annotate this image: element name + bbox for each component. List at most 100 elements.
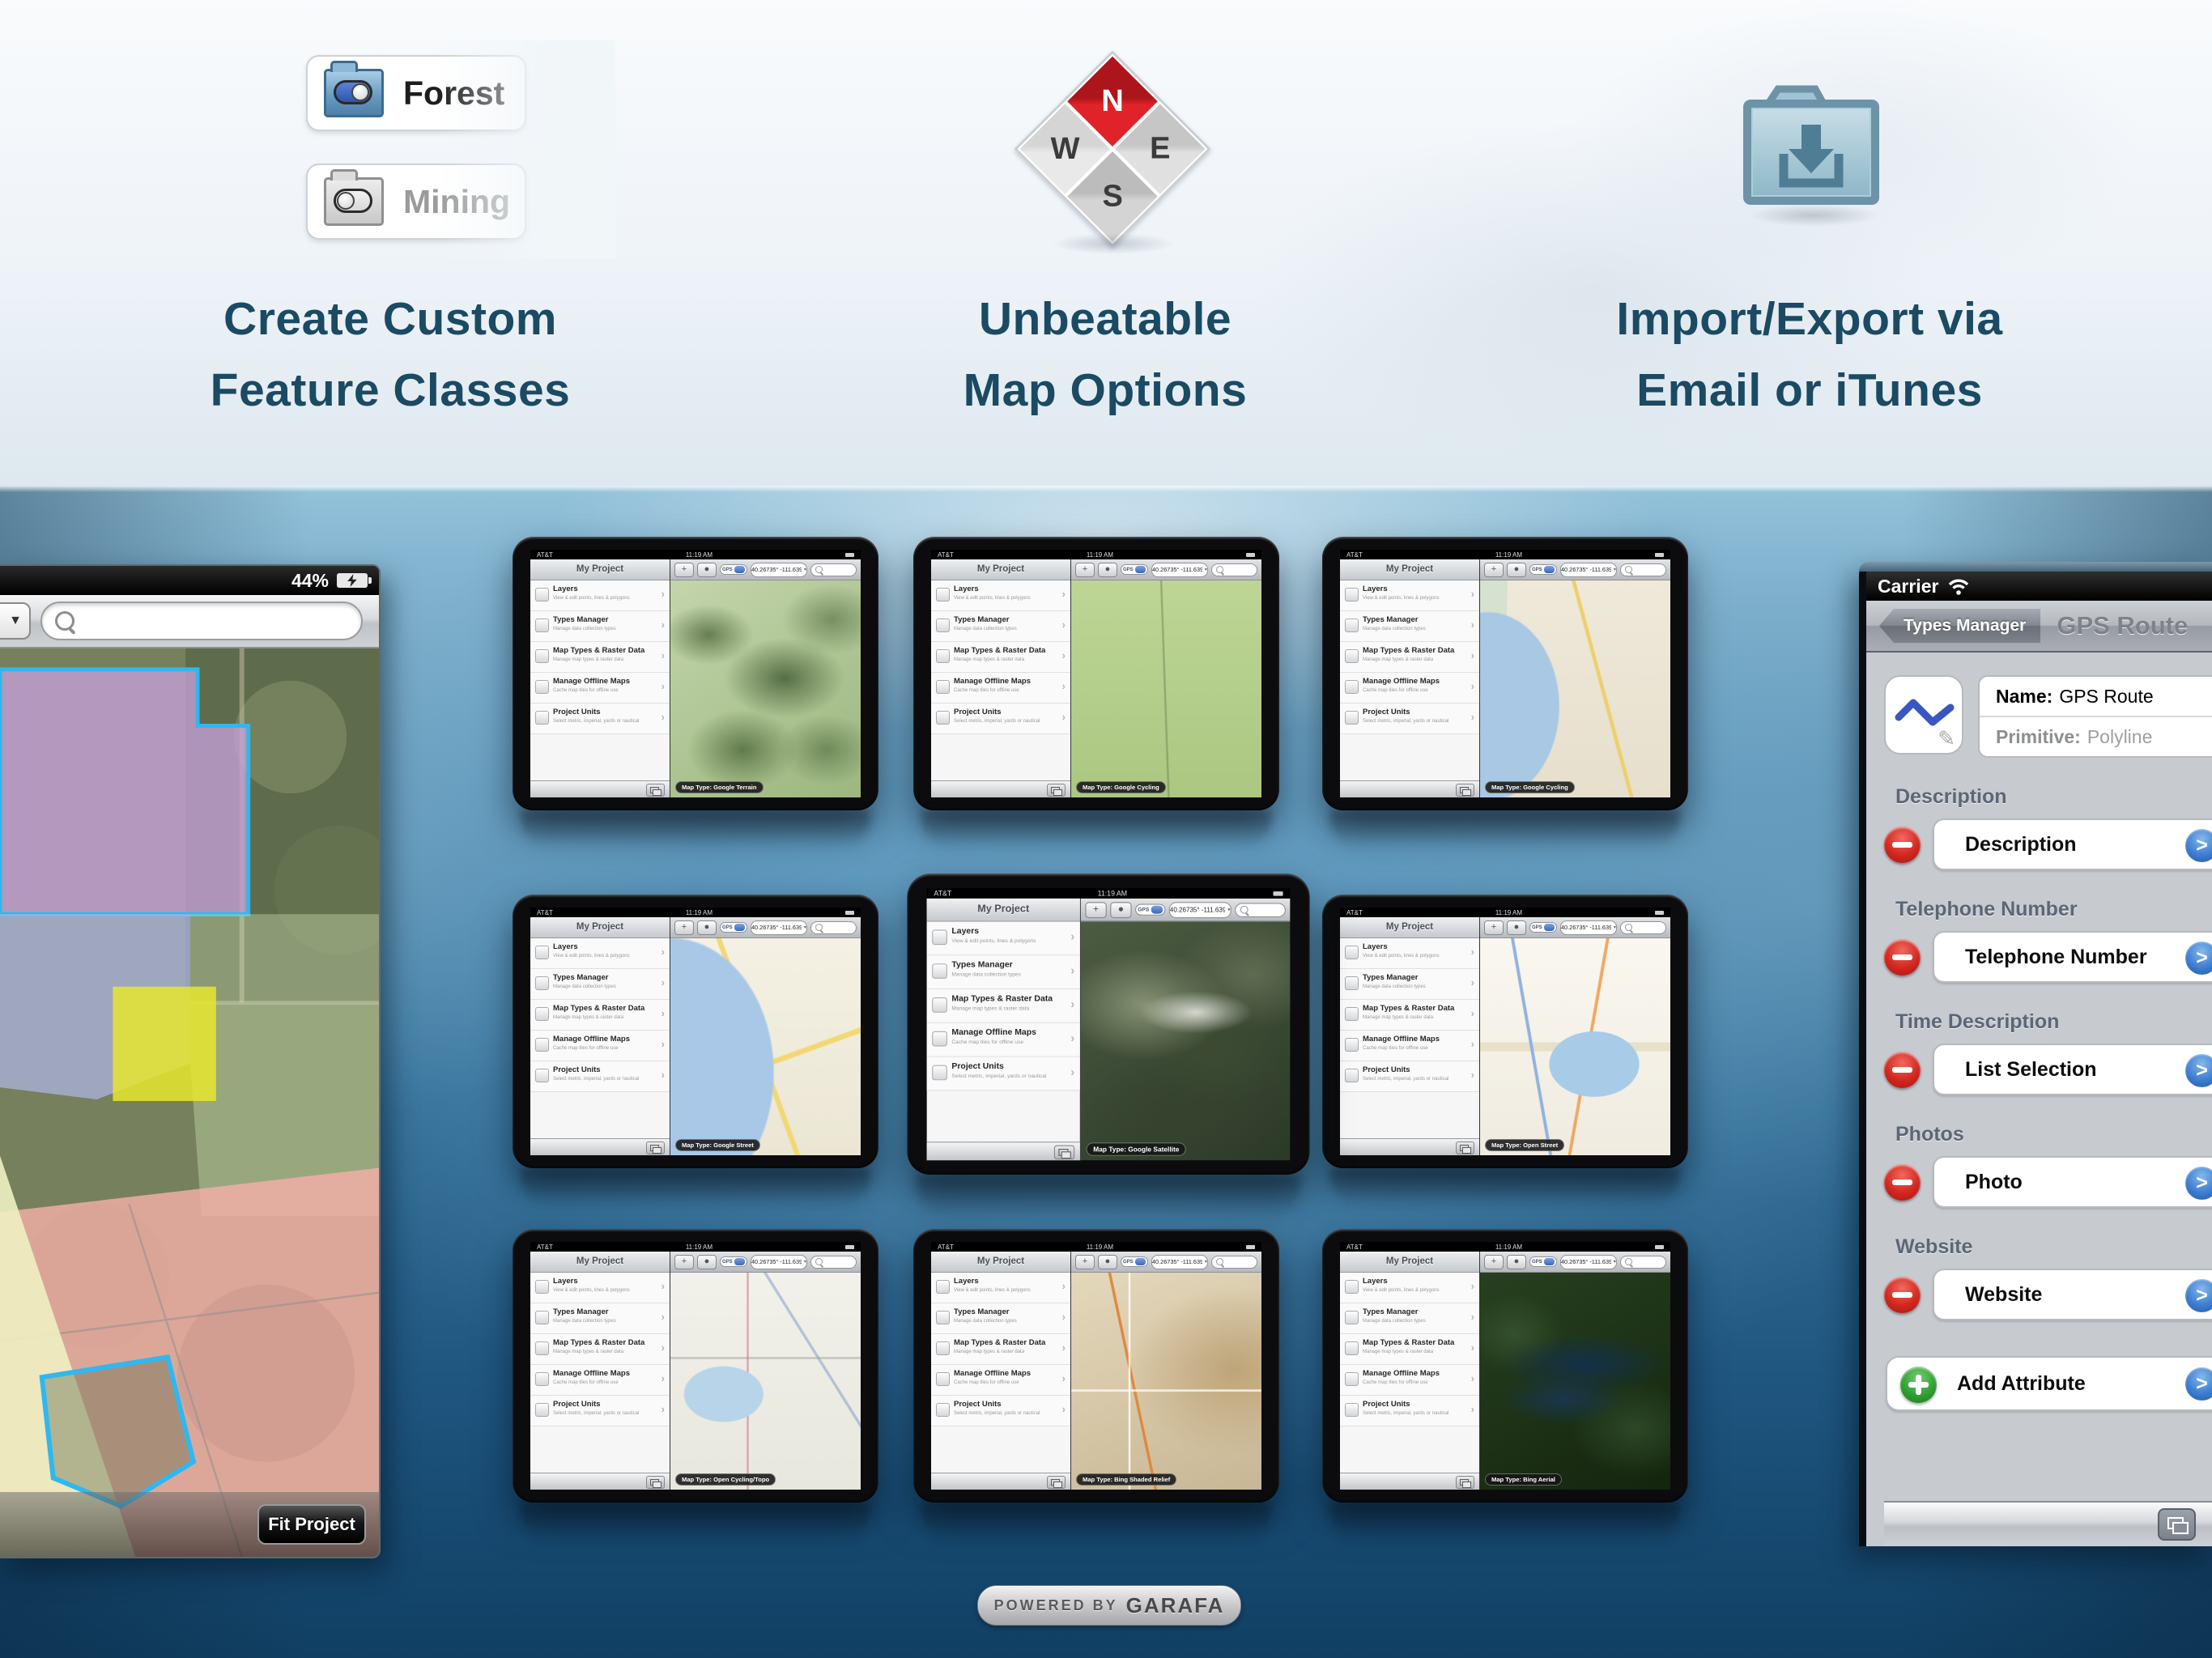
coordinate-dropdown[interactable]: 40.26735° -111.63908° ▾ (1560, 920, 1617, 935)
gps-toggle[interactable]: GPS (720, 1256, 747, 1267)
map-view[interactable]: Map Type: Bing Aerial (1480, 1273, 1670, 1490)
map-search-field[interactable] (40, 602, 363, 640)
ipad-menu-item[interactable]: ›Project UnitsSelect metric, imperial, y… (530, 1396, 670, 1426)
disclosure-chevron-icon[interactable]: > (2185, 942, 2212, 975)
add-waypoint-button[interactable]: + (674, 1255, 694, 1269)
gps-toggle[interactable]: GPS (1121, 1256, 1148, 1267)
ipad-menu-item[interactable]: ›Types ManagerManage data collection typ… (530, 1303, 670, 1334)
pages-button[interactable] (1054, 1146, 1074, 1160)
ipad-menu-item[interactable]: ›Project UnitsSelect metric, imperial, y… (931, 704, 1070, 734)
pages-button[interactable] (1047, 1476, 1066, 1489)
ipad-search-field[interactable] (810, 563, 857, 576)
ipad-menu-item[interactable]: ›Types ManagerManage data collection typ… (1340, 1303, 1479, 1334)
ipad-menu-item[interactable]: ›LayersView & edit points, lines & polyg… (530, 938, 670, 969)
ipad-menu-item[interactable]: ›Types ManagerManage data collection typ… (530, 611, 670, 642)
coordinate-dropdown[interactable]: 40.26735° -111.63908° ▾ (1560, 563, 1617, 577)
gps-toggle[interactable]: GPS (1529, 564, 1557, 575)
map-view[interactable]: Map Type: Google Street (670, 938, 861, 1155)
gps-toggle[interactable]: GPS (1529, 1256, 1557, 1267)
ipad-menu-item[interactable]: ›Manage Offline MapsCache map tiles for … (1340, 1365, 1479, 1396)
name-primitive-group[interactable]: Name: GPS Route Primitive: Polyline (1978, 675, 2212, 758)
ipad-search-field[interactable] (1211, 563, 1257, 576)
delete-attribute-button[interactable] (1884, 1052, 1921, 1088)
ipad-menu-item[interactable]: ›Map Types & Raster DataManage map types… (1340, 1000, 1479, 1031)
add-waypoint-button[interactable]: + (1484, 563, 1504, 577)
ipad-menu-item[interactable]: ›LayersView & edit points, lines & polyg… (931, 580, 1070, 611)
ipad-menu-item[interactable]: ›Project UnitsSelect metric, imperial, y… (1340, 1396, 1479, 1426)
map-view[interactable]: Map Type: Google Cycling (1071, 580, 1261, 797)
ipad-menu-item[interactable]: ›Project UnitsSelect metric, imperial, y… (927, 1057, 1080, 1091)
folder-toggle-on-icon[interactable] (324, 69, 384, 117)
gps-toggle[interactable]: GPS (1529, 922, 1557, 933)
name-row[interactable]: Name: GPS Route (1980, 677, 2212, 716)
coordinate-dropdown[interactable]: 40.26735° -111.63908° ▾ (751, 563, 807, 577)
attribute-cell[interactable]: Telephone Number > (1933, 931, 2212, 983)
ipad-menu-item[interactable]: ›Manage Offline MapsCache map tiles for … (931, 673, 1070, 704)
ipad-menu-item[interactable]: ›Types ManagerManage data collection typ… (1340, 969, 1479, 1000)
add-waypoint-button[interactable]: + (674, 920, 694, 935)
ipad-menu-item[interactable]: ›Project UnitsSelect metric, imperial, y… (1340, 704, 1479, 734)
coordinate-dropdown[interactable]: 40.26735° -111.63908° ▾ (1151, 563, 1208, 577)
pages-button[interactable] (646, 1476, 665, 1489)
disclosure-chevron-icon[interactable]: > (2185, 829, 2212, 862)
map-view[interactable]: Map Type: Bing Shaded Relief (1071, 1273, 1261, 1490)
ipad-menu-item[interactable]: ›LayersView & edit points, lines & polyg… (530, 580, 670, 611)
ipad-menu-item[interactable]: ›Map Types & Raster DataManage map types… (530, 642, 670, 673)
coordinate-dropdown[interactable]: 40.26735° -111.63908° ▾ (751, 1255, 807, 1269)
gps-toggle[interactable]: GPS (720, 564, 747, 575)
ipad-menu-item[interactable]: ›Map Types & Raster DataManage map types… (931, 1334, 1070, 1365)
add-waypoint-button[interactable]: + (1075, 563, 1095, 577)
parcel-map-view[interactable]: Fit Project (0, 648, 379, 1557)
camera-button[interactable]: ● (1507, 920, 1526, 935)
attribute-cell[interactable]: Photo > (1933, 1156, 2212, 1208)
add-attribute-button[interactable]: Add Attribute > (1886, 1356, 2212, 1411)
ipad-search-field[interactable] (1620, 921, 1666, 934)
attribute-cell[interactable]: List Selection > (1933, 1044, 2212, 1095)
map-view[interactable]: Map Type: Google Satellite (1081, 922, 1291, 1161)
coordinate-dropdown[interactable]: 40.26735° -111.63908° ▾ (1169, 902, 1231, 918)
gps-toggle[interactable]: GPS (1135, 904, 1165, 916)
map-view[interactable]: Map Type: Open Street (1480, 938, 1670, 1155)
ipad-menu-item[interactable]: ›Types ManagerManage data collection typ… (530, 969, 670, 1000)
add-waypoint-button[interactable]: + (1085, 902, 1106, 918)
ipad-menu-item[interactable]: ›Map Types & Raster DataManage map types… (530, 1334, 670, 1365)
ipad-menu-item[interactable]: ›Manage Offline MapsCache map tiles for … (530, 1031, 670, 1061)
pages-button[interactable] (1047, 784, 1066, 797)
ipad-menu-item[interactable]: ›Map Types & Raster DataManage map types… (1340, 1334, 1479, 1365)
ipad-menu-item[interactable]: ›LayersView & edit points, lines & polyg… (1340, 1273, 1479, 1303)
attribute-cell[interactable]: Description > (1933, 818, 2212, 870)
ipad-menu-item[interactable]: ›Types ManagerManage data collection typ… (931, 1303, 1070, 1334)
ipad-menu-item[interactable]: ›Map Types & Raster DataManage map types… (927, 989, 1080, 1023)
ipad-menu-item[interactable]: ›Manage Offline MapsCache map tiles for … (1340, 673, 1479, 704)
ipad-menu-item[interactable]: ›Manage Offline MapsCache map tiles for … (931, 1365, 1070, 1396)
add-waypoint-button[interactable]: + (1075, 1255, 1095, 1269)
add-waypoint-button[interactable]: + (1484, 920, 1504, 935)
ipad-menu-item[interactable]: ›Project UnitsSelect metric, imperial, y… (530, 704, 670, 734)
ipad-menu-item[interactable]: ›Types ManagerManage data collection typ… (1340, 611, 1479, 642)
ipad-menu-item[interactable]: ›Manage Offline MapsCache map tiles for … (927, 1023, 1080, 1057)
ipad-search-field[interactable] (1211, 1256, 1257, 1269)
layers-dropdown-button[interactable]: ▼ (0, 602, 31, 640)
ipad-menu-item[interactable]: ›LayersView & edit points, lines & polyg… (927, 922, 1080, 956)
ipad-menu-item[interactable]: ›Map Types & Raster DataManage map types… (931, 642, 1070, 673)
fit-project-button[interactable]: Fit Project (257, 1504, 366, 1545)
coordinate-dropdown[interactable]: 40.26735° -111.63908° ▾ (1151, 1255, 1208, 1269)
disclosure-chevron-icon[interactable]: > (2185, 1279, 2212, 1312)
ipad-menu-item[interactable]: ›Manage Offline MapsCache map tiles for … (1340, 1031, 1479, 1061)
disclosure-chevron-icon[interactable]: > (2185, 1167, 2212, 1200)
ipad-menu-item[interactable]: ›Project UnitsSelect metric, imperial, y… (530, 1061, 670, 1092)
folder-toggle-off-icon[interactable] (324, 177, 384, 226)
camera-button[interactable]: ● (697, 920, 717, 935)
pages-button[interactable] (1456, 1476, 1474, 1489)
add-waypoint-button[interactable]: + (1484, 1255, 1504, 1269)
ipad-menu-item[interactable]: ›Project UnitsSelect metric, imperial, y… (931, 1396, 1070, 1426)
ipad-menu-item[interactable]: ›LayersView & edit points, lines & polyg… (1340, 938, 1479, 969)
ipad-search-field[interactable] (1620, 563, 1666, 576)
ipad-menu-item[interactable]: ›LayersView & edit points, lines & polyg… (1340, 580, 1479, 611)
map-view[interactable]: Map Type: Open Cycling/Topo (670, 1273, 861, 1490)
ipad-menu-item[interactable]: ›Project UnitsSelect metric, imperial, y… (1340, 1061, 1479, 1092)
add-waypoint-button[interactable]: + (674, 563, 694, 577)
ipad-menu-item[interactable]: ›Manage Offline MapsCache map tiles for … (530, 1365, 670, 1396)
disclosure-chevron-icon[interactable]: > (2185, 1054, 2212, 1087)
ipad-menu-item[interactable]: ›Manage Offline MapsCache map tiles for … (530, 673, 670, 704)
